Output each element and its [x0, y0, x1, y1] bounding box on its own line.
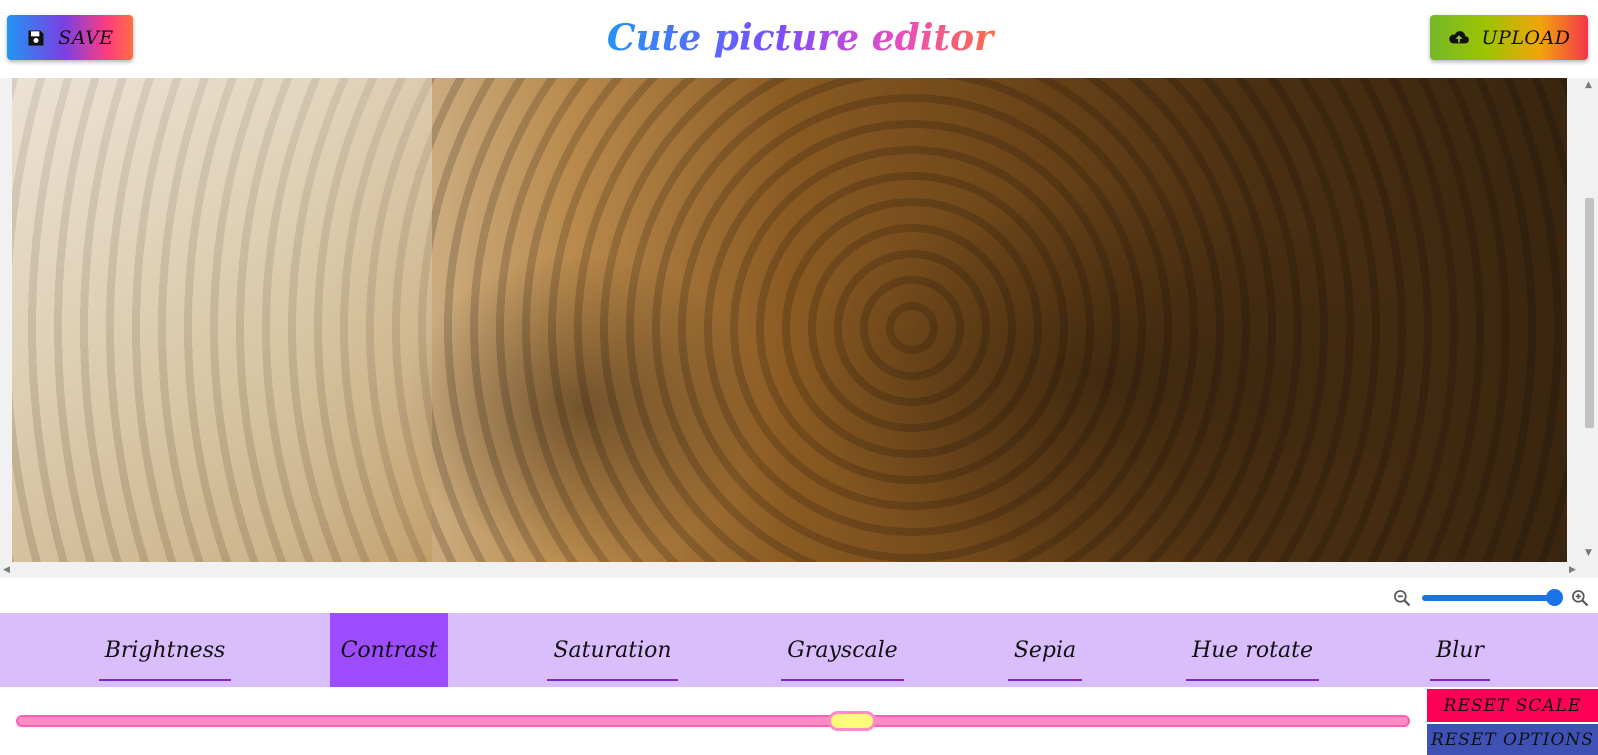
- upload-button[interactable]: UPLOAD: [1430, 15, 1588, 60]
- vertical-scrollbar-thumb[interactable]: [1585, 198, 1594, 428]
- save-button[interactable]: SAVE: [7, 15, 133, 60]
- cloud-upload-icon: [1448, 30, 1469, 43]
- upload-button-label: UPLOAD: [1481, 26, 1571, 49]
- tab-brightness[interactable]: Brightness: [95, 613, 235, 687]
- zoom-out-icon[interactable]: [1392, 588, 1412, 608]
- tab-label: Hue rotate: [1186, 638, 1319, 681]
- zoom-in-icon[interactable]: [1570, 588, 1590, 608]
- tab-hue-rotate[interactable]: Hue rotate: [1180, 613, 1325, 687]
- tab-sepia[interactable]: Sepia: [1000, 613, 1090, 687]
- edited-photo: [12, 78, 1567, 562]
- tab-label: Contrast: [340, 637, 438, 663]
- app-header: SAVE Cute picture editor UPLOAD: [0, 0, 1598, 78]
- vertical-scrollbar[interactable]: ▲ ▼: [1581, 78, 1598, 562]
- reset-scale-label: RESET SCALE: [1443, 695, 1582, 716]
- tab-label: Saturation: [547, 638, 678, 681]
- zoom-slider-track[interactable]: [1422, 595, 1557, 601]
- reset-scale-button[interactable]: RESET SCALE: [1427, 689, 1598, 722]
- scroll-up-arrow-icon[interactable]: ▲: [1585, 80, 1592, 90]
- image-viewport[interactable]: ▲ ▼ ◀ ▶: [0, 78, 1598, 578]
- horizontal-scrollbar[interactable]: ◀ ▶: [0, 562, 1581, 578]
- tab-saturation[interactable]: Saturation: [545, 613, 680, 687]
- floppy-disk-icon: [28, 30, 44, 45]
- tab-grayscale[interactable]: Grayscale: [775, 613, 910, 687]
- zoom-slider-thumb[interactable]: [1546, 589, 1563, 606]
- filter-value-slider-thumb[interactable]: [828, 711, 876, 731]
- tab-label: Blur: [1430, 638, 1490, 681]
- tab-label: Grayscale: [781, 638, 904, 681]
- tab-label: Brightness: [98, 638, 232, 681]
- filter-tabs: Brightness Contrast Saturation Grayscale…: [0, 613, 1598, 687]
- save-button-label: SAVE: [58, 26, 114, 49]
- scroll-left-arrow-icon[interactable]: ◀: [3, 565, 10, 575]
- scroll-right-arrow-icon[interactable]: ▶: [1569, 565, 1576, 575]
- reset-options-button[interactable]: RESET OPTIONS: [1427, 724, 1598, 755]
- tab-label: Sepia: [1007, 638, 1083, 681]
- scroll-down-arrow-icon[interactable]: ▼: [1585, 548, 1592, 558]
- tab-contrast[interactable]: Contrast: [330, 613, 448, 687]
- tab-blur[interactable]: Blur: [1420, 613, 1500, 687]
- filter-value-slider-track[interactable]: [16, 715, 1410, 727]
- reset-options-label: RESET OPTIONS: [1431, 729, 1594, 750]
- app-title: Cute picture editor: [600, 14, 1000, 62]
